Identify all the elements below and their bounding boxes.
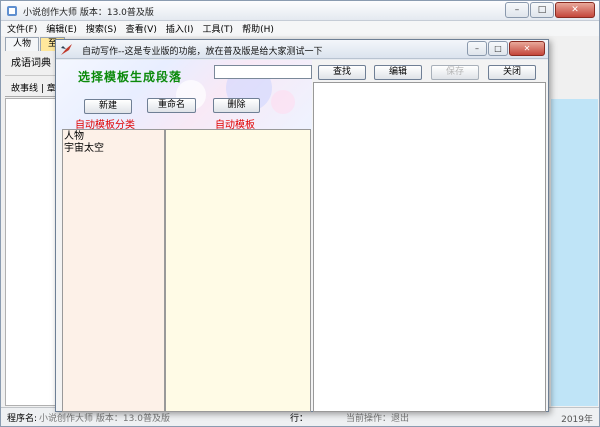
delete-button[interactable]: 删除	[213, 98, 260, 113]
status-year: 2019年	[561, 415, 593, 425]
template-list[interactable]	[165, 129, 311, 412]
story-tabs[interactable]: 故事线 | 章	[5, 81, 59, 97]
dialog-minimize-button[interactable]: –	[467, 41, 487, 56]
dialog-heading: 选择模板生成段落	[78, 70, 183, 84]
minimize-icon: –	[475, 43, 479, 53]
menubar: 文件(F) 编辑(E) 搜索(S) 查看(V) 插入(I) 工具(T) 帮助(H…	[1, 21, 599, 36]
main-close-button[interactable]: ✕	[555, 2, 595, 18]
menu-edit[interactable]: 编辑(E)	[46, 22, 77, 35]
template-category-list[interactable]: 人物 宇宙太空	[62, 129, 165, 412]
main-window-controls: – □ ✕	[505, 2, 595, 18]
dialog-body: 选择模板生成段落 查找 编辑 保存 关闭 新建 重命名 删除 自动模板分类 自动…	[56, 60, 548, 412]
banner-decoration	[271, 90, 295, 114]
dialog-title: 自动写作--这是专业版的功能，放在普及版是给大家测试一下	[82, 47, 323, 57]
maximize-icon: □	[494, 43, 502, 53]
close-icon: ✕	[571, 4, 579, 15]
main-titlebar: 小说创作大师 版本：13.0普及版 – □ ✕	[1, 1, 599, 21]
tab-characters[interactable]: 人物	[5, 37, 40, 51]
quill-icon	[61, 44, 72, 55]
new-button[interactable]: 新建	[84, 99, 132, 114]
rename-button[interactable]: 重命名	[147, 98, 196, 113]
edit-button[interactable]: 编辑	[374, 65, 422, 80]
status-operation: 当前操作：退出	[345, 413, 409, 424]
auto-write-dialog: 自动写作--这是专业版的功能，放在普及版是给大家测试一下 – □ ✕ 选择模板生…	[55, 39, 549, 412]
list-item[interactable]: 宇宙太空	[64, 143, 163, 155]
status-program-label: 程序名:	[7, 413, 38, 424]
dialog-maximize-button[interactable]: □	[488, 41, 508, 56]
template-search-input[interactable]	[214, 65, 312, 79]
menu-help[interactable]: 帮助(H)	[242, 22, 274, 35]
dialog-window-controls: – □ ✕	[467, 41, 545, 56]
app-icon	[7, 6, 17, 16]
main-title: 小说创作大师 版本：13.0普及版	[23, 8, 154, 18]
dialog-close-window-button[interactable]: ✕	[509, 41, 545, 56]
menu-file[interactable]: 文件(F)	[7, 22, 37, 35]
close-button[interactable]: 关闭	[488, 65, 536, 80]
main-maximize-button[interactable]: □	[530, 2, 554, 18]
list-item[interactable]: 人物	[64, 131, 163, 143]
dialog-titlebar: 自动写作--这是专业版的功能，放在普及版是给大家测试一下 – □ ✕	[56, 40, 548, 59]
right-side-strip	[551, 99, 598, 406]
template-preview-area[interactable]	[313, 82, 546, 412]
menu-insert[interactable]: 插入(I)	[166, 22, 194, 35]
menu-view[interactable]: 查看(V)	[126, 22, 157, 35]
disabled-button[interactable]: 保存	[431, 65, 479, 80]
close-icon: ✕	[523, 43, 531, 53]
status-program-value: 小说创作大师 版本：13.0普及版	[39, 413, 170, 424]
menu-search[interactable]: 搜索(S)	[86, 22, 117, 35]
menu-tools[interactable]: 工具(T)	[203, 22, 234, 35]
left-panel[interactable]	[5, 98, 59, 406]
maximize-icon: □	[537, 4, 547, 15]
find-button[interactable]: 查找	[318, 65, 366, 80]
minimize-icon: –	[514, 4, 520, 15]
idiom-dictionary-tool[interactable]: 成语词典	[5, 52, 59, 76]
main-minimize-button[interactable]: –	[505, 2, 529, 18]
status-row-label: 行：	[289, 413, 308, 424]
